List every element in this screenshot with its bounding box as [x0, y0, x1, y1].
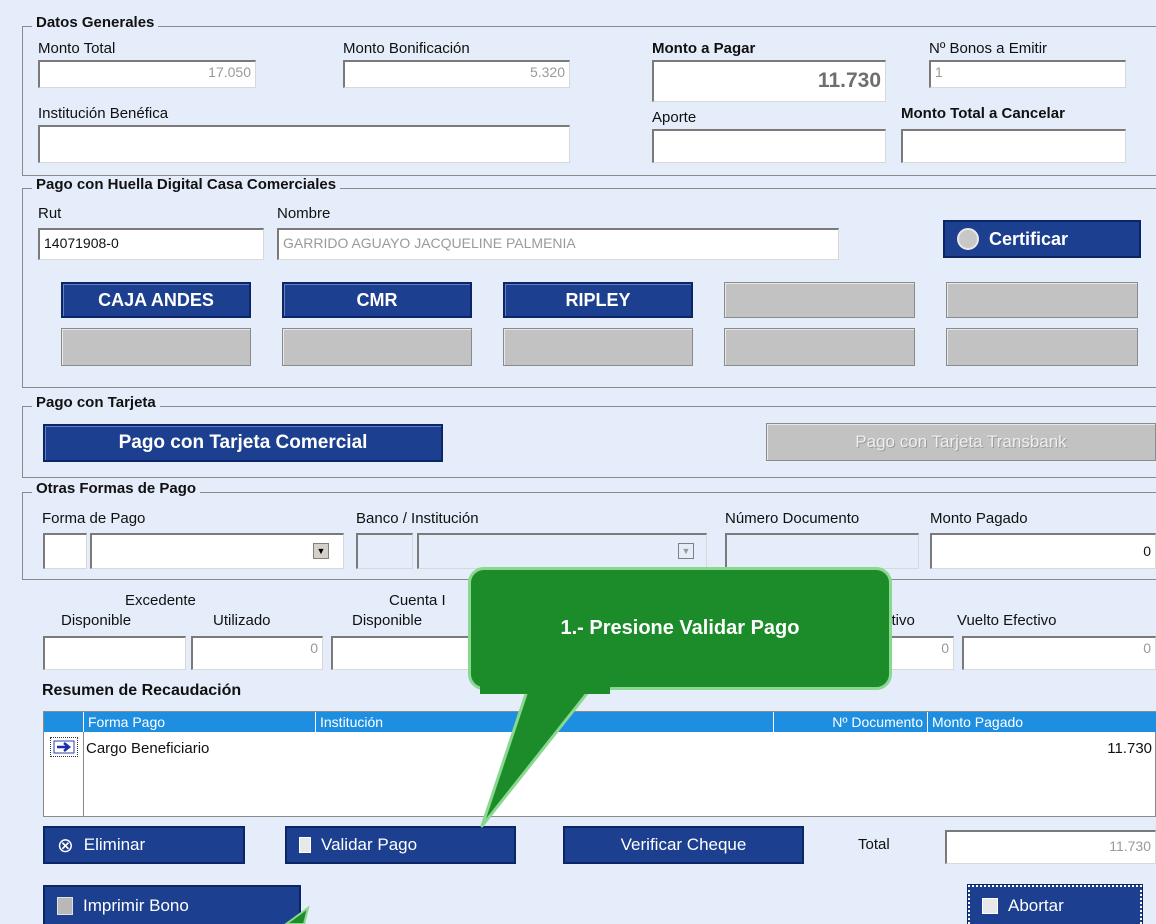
casa-empty-button[interactable]: [503, 328, 693, 366]
printer-icon: [57, 896, 73, 915]
grid-corner-header: [44, 712, 84, 732]
abortar-button[interactable]: Abortar: [967, 884, 1143, 924]
certificar-button[interactable]: Certificar: [943, 220, 1141, 258]
monto-total-field[interactable]: 17.050: [38, 60, 256, 88]
monto-bonificacion-field[interactable]: 5.320: [343, 60, 570, 88]
casa-empty-button[interactable]: [946, 328, 1138, 366]
monto-total-label: Monto Total: [38, 40, 116, 57]
rut-label: Rut: [38, 205, 62, 222]
casa-empty-button[interactable]: [282, 328, 472, 366]
aporte-field[interactable]: [652, 129, 886, 163]
monto-a-pagar-label: Monto a Pagar: [652, 40, 756, 57]
cancel-circle-icon: ⊗: [57, 834, 74, 857]
document-icon: [299, 837, 311, 853]
n-bonos-field[interactable]: 1: [929, 60, 1126, 88]
callout-pointer: [480, 680, 598, 828]
nombre-label: Nombre: [277, 205, 331, 222]
cuenta-disponible-label: Disponible: [352, 612, 423, 629]
casa-empty-button[interactable]: [61, 328, 251, 366]
disponible-label: Disponible: [61, 612, 132, 629]
monto-bonificacion-label: Monto Bonificación: [343, 40, 470, 57]
casa-caja-andes-button[interactable]: CAJA ANDES: [61, 282, 251, 318]
numero-documento-label: Número Documento: [725, 510, 860, 527]
institucion-field[interactable]: [38, 125, 570, 163]
eliminar-button[interactable]: ⊗ Eliminar: [43, 826, 245, 864]
forma-pago-label: Forma de Pago: [42, 510, 146, 527]
tarjeta-transbank-button[interactable]: Pago con Tarjeta Transbank: [766, 423, 1156, 461]
total-field[interactable]: 11.730: [945, 830, 1156, 864]
rut-field[interactable]: 14071908-0: [38, 228, 264, 260]
payment-window: Datos Generales Monto Total 17.050 Monto…: [0, 0, 1156, 924]
table-row-forma: Cargo Beneficiario: [86, 740, 210, 757]
callout-joint: [480, 684, 610, 694]
monto-total-cancelar-label: Monto Total a Cancelar: [901, 105, 1065, 122]
casa-empty-button[interactable]: [724, 282, 915, 318]
lock-icon: [982, 897, 998, 914]
monto-a-pagar-field[interactable]: 11.730: [652, 60, 886, 102]
monto-total-cancelar-field[interactable]: [901, 129, 1126, 163]
casa-empty-button[interactable]: [946, 282, 1138, 318]
banco-code-field[interactable]: [356, 533, 413, 569]
validar-pago-label: Validar Pago: [321, 835, 418, 854]
monto-pagado-field[interactable]: 0: [930, 533, 1156, 569]
chevron-down-icon[interactable]: ▼: [313, 543, 329, 559]
validar-pago-button[interactable]: Validar Pago: [285, 826, 516, 864]
n-bonos-label: Nº Bonos a Emitir: [929, 40, 1048, 57]
institucion-label: Institución Benéfica: [38, 105, 169, 122]
certificar-label: Certificar: [989, 228, 1069, 249]
cuenta-disponible-field[interactable]: [331, 636, 481, 670]
utilizado-label: Utilizado: [213, 612, 271, 629]
forma-pago-select[interactable]: [90, 533, 344, 569]
eliminar-label: Eliminar: [83, 835, 146, 854]
nombre-field[interactable]: GARRIDO AGUAYO JACQUELINE PALMENIA: [277, 228, 839, 260]
chevron-down-icon[interactable]: ▼: [678, 543, 694, 559]
imprimir-bono-label: Imprimir Bono: [83, 895, 189, 915]
excedente-label: Excedente: [125, 592, 196, 609]
efectivo-field[interactable]: 0: [882, 636, 954, 670]
abortar-label: Abortar: [1008, 895, 1064, 915]
datos-generales-legend: Datos Generales: [32, 14, 159, 31]
total-label: Total: [858, 836, 890, 853]
banco-label: Banco / Institución: [356, 510, 479, 527]
huella-legend: Pago con Huella Digital Casa Comerciales: [32, 176, 341, 193]
vuelto-efectivo-label: Vuelto Efectivo: [957, 612, 1057, 629]
casa-ripley-button[interactable]: RIPLEY: [503, 282, 693, 318]
cuenta-label: Cuenta I: [389, 592, 446, 609]
callout-pointer-tip: [284, 906, 310, 924]
current-row-arrow-icon: [50, 737, 78, 757]
otras-legend: Otras Formas de Pago: [32, 480, 201, 497]
instruction-callout: 1.- Presione Validar Pago: [468, 567, 892, 690]
tarjeta-comercial-button[interactable]: Pago con Tarjeta Comercial: [43, 424, 443, 462]
casa-empty-button[interactable]: [724, 328, 915, 366]
aporte-label: Aporte: [652, 109, 697, 126]
resumen-title: Resumen de Recaudación: [42, 682, 242, 699]
tarjeta-legend: Pago con Tarjeta: [32, 394, 160, 411]
table-row-monto: 11.730: [1107, 740, 1152, 757]
forma-pago-code-field[interactable]: [43, 533, 87, 569]
banco-select[interactable]: [417, 533, 707, 569]
column-header-monto-pagado[interactable]: Monto Pagado: [928, 712, 1156, 732]
monto-pagado-label: Monto Pagado: [930, 510, 1028, 527]
fingerprint-icon: [957, 228, 979, 250]
numero-documento-field[interactable]: [725, 533, 919, 569]
excedente-utilizado-field[interactable]: 0: [191, 636, 323, 670]
imprimir-bono-button[interactable]: Imprimir Bono: [43, 885, 301, 924]
excedente-disponible-field[interactable]: [43, 636, 186, 670]
column-header-n-documento[interactable]: Nº Documento: [774, 712, 928, 732]
column-header-forma-pago[interactable]: Forma Pago: [84, 712, 316, 732]
verificar-cheque-button[interactable]: Verificar Cheque: [563, 826, 804, 864]
vuelto-efectivo-field[interactable]: 0: [962, 636, 1156, 670]
casa-cmr-button[interactable]: CMR: [282, 282, 472, 318]
